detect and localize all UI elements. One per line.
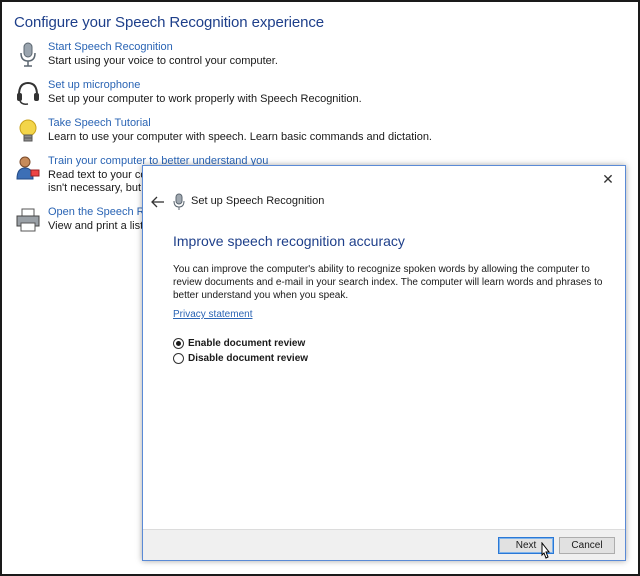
mouse-cursor-icon (538, 541, 552, 562)
microphone-icon (173, 193, 185, 211)
radio-selected[interactable] (173, 337, 184, 349)
start-speech-recognition-link[interactable]: Start Speech Recognition (48, 41, 173, 53)
radio-unselected[interactable] (173, 352, 184, 364)
lightbulb-icon (14, 117, 42, 145)
back-arrow-icon[interactable] (149, 194, 167, 210)
start-speech-description: Start using your voice to control your c… (48, 55, 278, 67)
printer-icon (14, 206, 42, 234)
cp-item-speech-tutorial: Take Speech Tutorial Learn to use your c… (12, 117, 432, 153)
user-train-icon (14, 155, 42, 183)
take-speech-tutorial-link[interactable]: Take Speech Tutorial (48, 117, 151, 129)
disable-document-review-label: Disable document review (188, 352, 309, 364)
set-up-microphone-link[interactable]: Set up microphone (48, 79, 140, 91)
cp-item-setup-microphone: Set up microphone Set up your computer t… (12, 79, 362, 115)
enable-document-review-label: Enable document review (188, 337, 306, 349)
dialog-body-text: You can improve the computer's ability t… (173, 264, 603, 301)
setup-speech-dialog: ✕ Set up Speech Recognition Improve spee… (142, 165, 626, 561)
speech-tutorial-description: Learn to use your computer with speech. … (48, 131, 432, 143)
cancel-button[interactable]: Cancel (559, 537, 615, 554)
dialog-heading: Improve speech recognition accuracy (173, 233, 405, 249)
set-up-microphone-description: Set up your computer to work properly wi… (48, 93, 362, 105)
microphone-icon (14, 41, 42, 69)
disable-document-review-option[interactable]: Disable document review (173, 351, 308, 365)
dialog-title: Set up Speech Recognition (191, 195, 325, 207)
cp-item-start-speech: Start Speech Recognition Start using you… (12, 41, 332, 77)
control-panel-window: Configure your Speech Recognition experi… (0, 0, 640, 576)
headset-icon (14, 79, 42, 107)
speech-reference-description: View and print a list of (48, 220, 156, 232)
close-icon[interactable]: ✕ (599, 170, 617, 188)
dialog-footer: Next Cancel (143, 529, 625, 560)
enable-document-review-option[interactable]: Enable document review (173, 336, 305, 350)
page-title: Configure your Speech Recognition experi… (14, 14, 324, 31)
privacy-statement-link[interactable]: Privacy statement (173, 309, 252, 320)
